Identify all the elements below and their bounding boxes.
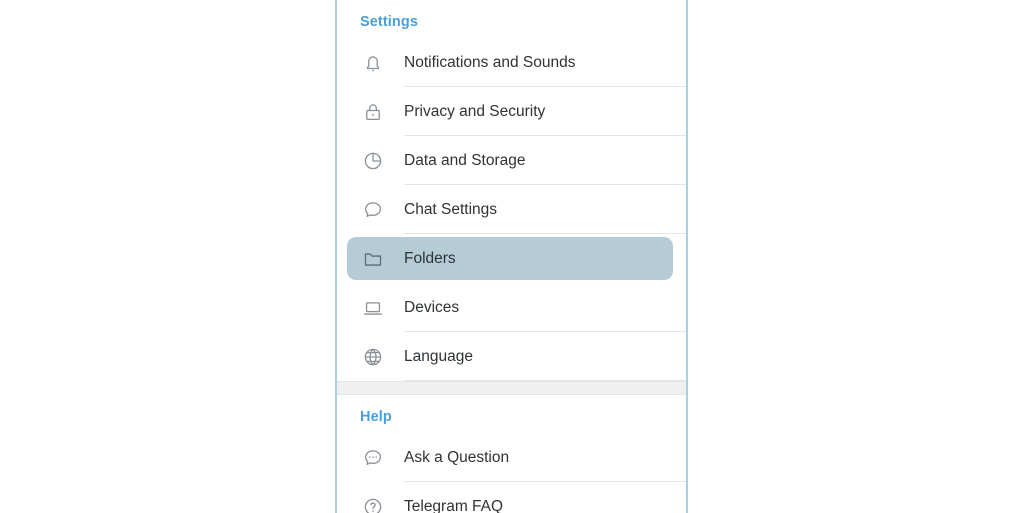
folder-icon: [358, 244, 388, 274]
question-circle-icon: [358, 492, 388, 513]
help-item-telegram-faq[interactable]: Telegram FAQ: [337, 482, 686, 513]
pie-chart-icon: [358, 146, 388, 176]
section-header-help: Help: [360, 409, 392, 425]
help-item-list: Ask a Question Telegram FAQ: [337, 433, 686, 513]
screen: Settings Notifications and Sounds Privac…: [0, 0, 1024, 513]
settings-item-label: Data and Storage: [404, 151, 526, 169]
settings-item-notifications-and-sounds[interactable]: Notifications and Sounds: [337, 38, 686, 87]
help-item-ask-a-question[interactable]: Ask a Question: [337, 433, 686, 482]
settings-item-devices[interactable]: Devices: [337, 283, 686, 332]
settings-item-privacy-and-security[interactable]: Privacy and Security: [337, 87, 686, 136]
settings-item-label: Notifications and Sounds: [404, 53, 576, 71]
help-item-label: Telegram FAQ: [404, 497, 504, 513]
bell-icon: [358, 48, 388, 78]
settings-section: Settings Notifications and Sounds Privac…: [337, 0, 686, 381]
settings-item-chat-settings[interactable]: Chat Settings: [337, 185, 686, 234]
settings-item-label: Chat Settings: [404, 200, 498, 218]
settings-item-data-and-storage[interactable]: Data and Storage: [337, 136, 686, 185]
help-section: Help Ask a Question Telegram FAQ: [337, 395, 686, 513]
settings-item-folders[interactable]: Folders: [337, 234, 686, 283]
settings-item-label: Language: [404, 347, 473, 365]
lock-icon: [358, 97, 388, 127]
settings-item-label: Devices: [404, 298, 460, 316]
globe-icon: [358, 342, 388, 372]
section-separator-band: [337, 381, 686, 395]
chat-bubble-dots-icon: [358, 443, 388, 473]
selected-row-highlight: [347, 237, 673, 280]
section-header-settings: Settings: [360, 14, 418, 30]
settings-item-label: Privacy and Security: [404, 102, 546, 120]
settings-item-language[interactable]: Language: [337, 332, 686, 381]
settings-panel: Settings Notifications and Sounds Privac…: [335, 0, 688, 513]
laptop-icon: [358, 293, 388, 323]
help-item-label: Ask a Question: [404, 448, 510, 466]
settings-item-list: Notifications and Sounds Privacy and Sec…: [337, 38, 686, 381]
chat-bubble-icon: [358, 195, 388, 225]
settings-item-label: Folders: [404, 249, 456, 267]
